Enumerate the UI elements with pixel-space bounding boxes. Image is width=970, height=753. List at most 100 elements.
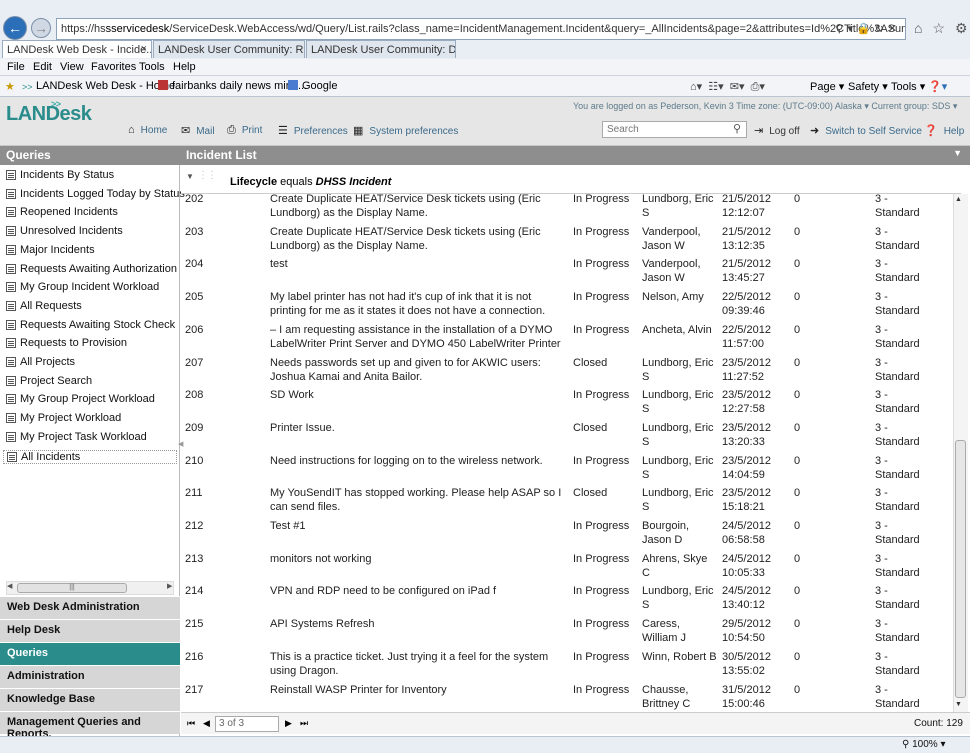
scroll-up-icon[interactable]: ▲ <box>955 196 962 203</box>
nav-section[interactable]: Administration <box>0 665 180 688</box>
cell-id: 217 <box>185 683 204 696</box>
zoom-value: 100% <box>912 739 938 750</box>
query-item[interactable]: Incidents Logged Today by Status <box>6 188 185 200</box>
query-item[interactable]: All Requests <box>6 300 82 312</box>
query-item[interactable]: Requests Awaiting Stock Check <box>6 319 175 331</box>
query-item[interactable]: Project Search <box>6 375 92 387</box>
nav-section[interactable]: Help Desk <box>0 619 180 642</box>
zoom-level[interactable]: ⚲ 100% ▾ <box>902 739 946 750</box>
fav-label: LANDesk Web Desk - Home <box>36 80 176 92</box>
nav-home[interactable]: ⌂ Home <box>128 124 167 136</box>
next-page-icon[interactable]: ▶ <box>285 718 292 729</box>
query-item[interactable]: My Group Incident Workload <box>6 281 159 293</box>
table-row[interactable]: 214 VPN and RDP need to be configured on … <box>181 584 953 617</box>
cell-n: 0 <box>794 454 801 467</box>
page-input[interactable]: 3 of 3 <box>215 716 279 732</box>
nav-preferences[interactable]: ☰ Preferences <box>278 124 348 137</box>
record-count: Count: 129 <box>914 718 963 729</box>
nav-section[interactable]: Web Desk Administration <box>0 596 180 619</box>
nav-print[interactable]: ⎙ Print <box>227 124 262 137</box>
query-item[interactable]: Unresolved Incidents <box>6 225 123 237</box>
cmd-page[interactable]: Page ▾ <box>810 80 844 93</box>
address-bar[interactable]: https://hs sservicedesk/ServiceDesk.WebAc… <box>56 18 906 40</box>
search-icon[interactable]: ⚲ <box>733 122 741 135</box>
favorites-star-icon[interactable]: ★ <box>5 80 15 93</box>
query-item[interactable]: My Project Workload <box>6 412 121 424</box>
first-page-icon[interactable]: ⏮ <box>187 718 195 729</box>
table-row[interactable]: 215 API Systems Refresh In Progress Caress,… <box>181 617 953 650</box>
scroll-thumb[interactable]: ||| <box>17 583 127 593</box>
list-icon: ☰ <box>278 125 288 137</box>
table-row[interactable]: 202 Create Duplicate HEAT/Service Desk ti… <box>181 194 953 225</box>
toolbar-icons[interactable]: ⌂▾ ☷▾ ✉▾ ⎙▾ <box>690 80 765 94</box>
cell-assignee: Lundborg, Eric S <box>642 585 714 612</box>
table-row[interactable]: 207 Needs passwords set up and given to f… <box>181 356 953 389</box>
help-icon[interactable]: ❓▾ <box>928 80 947 93</box>
cell-assignee: Vanderpool, Jason W <box>642 225 701 252</box>
tab-landesk-web-desk[interactable]: LANDesk Web Desk - Incide... × <box>2 40 152 58</box>
nav-mail[interactable]: ✉ Mail <box>181 124 215 137</box>
scroll-right-icon[interactable]: ▶ <box>167 582 172 590</box>
user-info[interactable]: You are logged on as Pederson, Kevin 3 T… <box>573 101 957 112</box>
chevron-down-icon[interactable]: ▼ <box>953 148 962 158</box>
table-row[interactable]: 209 Printer Issue. Closed Lundborg, Eric S 2… <box>181 421 953 454</box>
menu-view[interactable]: View <box>60 61 84 73</box>
nav-section[interactable]: Knowledge Base <box>0 688 180 711</box>
nav-section[interactable]: Queries <box>0 642 180 665</box>
fav-google[interactable]: Google <box>288 80 337 92</box>
query-item[interactable]: Major Incidents <box>6 244 95 256</box>
table-row[interactable]: 204 test In Progress Vanderpool, Jason W 21/… <box>181 257 953 290</box>
query-item[interactable]: Reopened Incidents <box>6 206 118 218</box>
table-row[interactable]: 203 Create Duplicate HEAT/Service Desk ti… <box>181 225 953 258</box>
table-row[interactable]: 210 Need instructions for logging on to t… <box>181 454 953 487</box>
scroll-left-icon[interactable]: ◀ <box>7 582 12 590</box>
drag-grip-icon[interactable]: ⋮⋮ <box>198 170 217 181</box>
address-actions-icon[interactable]: ⚲▾🔒↻✕ <box>835 22 901 35</box>
query-item[interactable]: My Group Project Workload <box>6 393 155 405</box>
filter-operator: equals <box>280 176 313 188</box>
switch-self-service-link[interactable]: ➜ Switch to Self Service <box>810 124 922 137</box>
logoff-link[interactable]: ⇥ Log off <box>754 124 800 137</box>
cell-summary: Need instructions for logging on to the … <box>270 454 543 467</box>
cmd-tools[interactable]: Tools ▾ <box>891 80 925 93</box>
last-page-icon[interactable]: ⏭ <box>300 718 308 729</box>
table-row[interactable]: 205 My label printer has not had it's cup… <box>181 290 953 323</box>
menu-help[interactable]: Help <box>173 61 196 73</box>
search-input[interactable] <box>602 121 747 138</box>
help-link[interactable]: ❓ Help <box>924 124 964 137</box>
home-star-gear-icon[interactable]: ⌂☆⚙ <box>914 20 970 37</box>
table-row[interactable]: 213 monitors not working In Progress Ahrens… <box>181 552 953 585</box>
forward-button[interactable]: → <box>31 18 51 38</box>
menu-edit[interactable]: Edit <box>33 61 52 73</box>
table-row[interactable]: 212 Test #1 In Progress Bourgoin, Jason D 24… <box>181 519 953 552</box>
scroll-thumb[interactable] <box>955 440 966 698</box>
menu-file[interactable]: File <box>7 61 25 73</box>
nav-system-preferences[interactable]: ▦ System preferences <box>353 124 458 137</box>
query-item[interactable]: Requests to Provision <box>6 337 127 349</box>
fav-fairbanks[interactable]: fairbanks daily news mine... <box>158 80 307 92</box>
tab-community-da[interactable]: LANDesk User Community: Da... <box>306 40 456 58</box>
table-row[interactable]: 211 My YouSendIT has stopped working. Ple… <box>181 486 953 519</box>
fav-landesk-home[interactable]: >> LANDesk Web Desk - Home <box>22 80 175 92</box>
cell-date: 23/5/2012 11:27:52 <box>722 356 771 383</box>
prev-page-icon[interactable]: ◀ <box>203 718 210 729</box>
menu-tools[interactable]: Tools <box>139 61 165 73</box>
query-item[interactable]: All Incidents <box>3 449 177 464</box>
menu-favorites[interactable]: Favorites <box>91 61 136 73</box>
nav-section[interactable]: Management Queries and Reports. <box>0 711 180 740</box>
cmd-safety[interactable]: Safety ▾ <box>848 80 888 93</box>
back-button[interactable]: ← <box>3 16 27 40</box>
scroll-down-icon[interactable]: ▼ <box>955 701 962 708</box>
table-row[interactable]: 217 Reinstall WASP Printer for Inventory I… <box>181 683 953 713</box>
table-row[interactable]: 216 This is a practice ticket. Just tryin… <box>181 650 953 683</box>
table-row[interactable]: 208 SD Work In Progress Lundborg, Eric S 23/… <box>181 388 953 421</box>
query-item[interactable]: My Project Task Workload <box>6 431 147 443</box>
tab-community-re[interactable]: LANDesk User Community: Re... <box>153 40 305 58</box>
query-item[interactable]: Requests Awaiting Authorization <box>6 263 177 275</box>
table-row[interactable]: 206 – I am requesting assistance in the i… <box>181 323 953 356</box>
filter-expand-icon[interactable]: ▼ <box>186 172 194 181</box>
close-icon[interactable]: × <box>141 43 147 55</box>
query-item[interactable]: Incidents By Status <box>6 169 114 181</box>
query-item[interactable]: All Projects <box>6 356 75 368</box>
query-label: My Project Task Workload <box>20 430 147 443</box>
